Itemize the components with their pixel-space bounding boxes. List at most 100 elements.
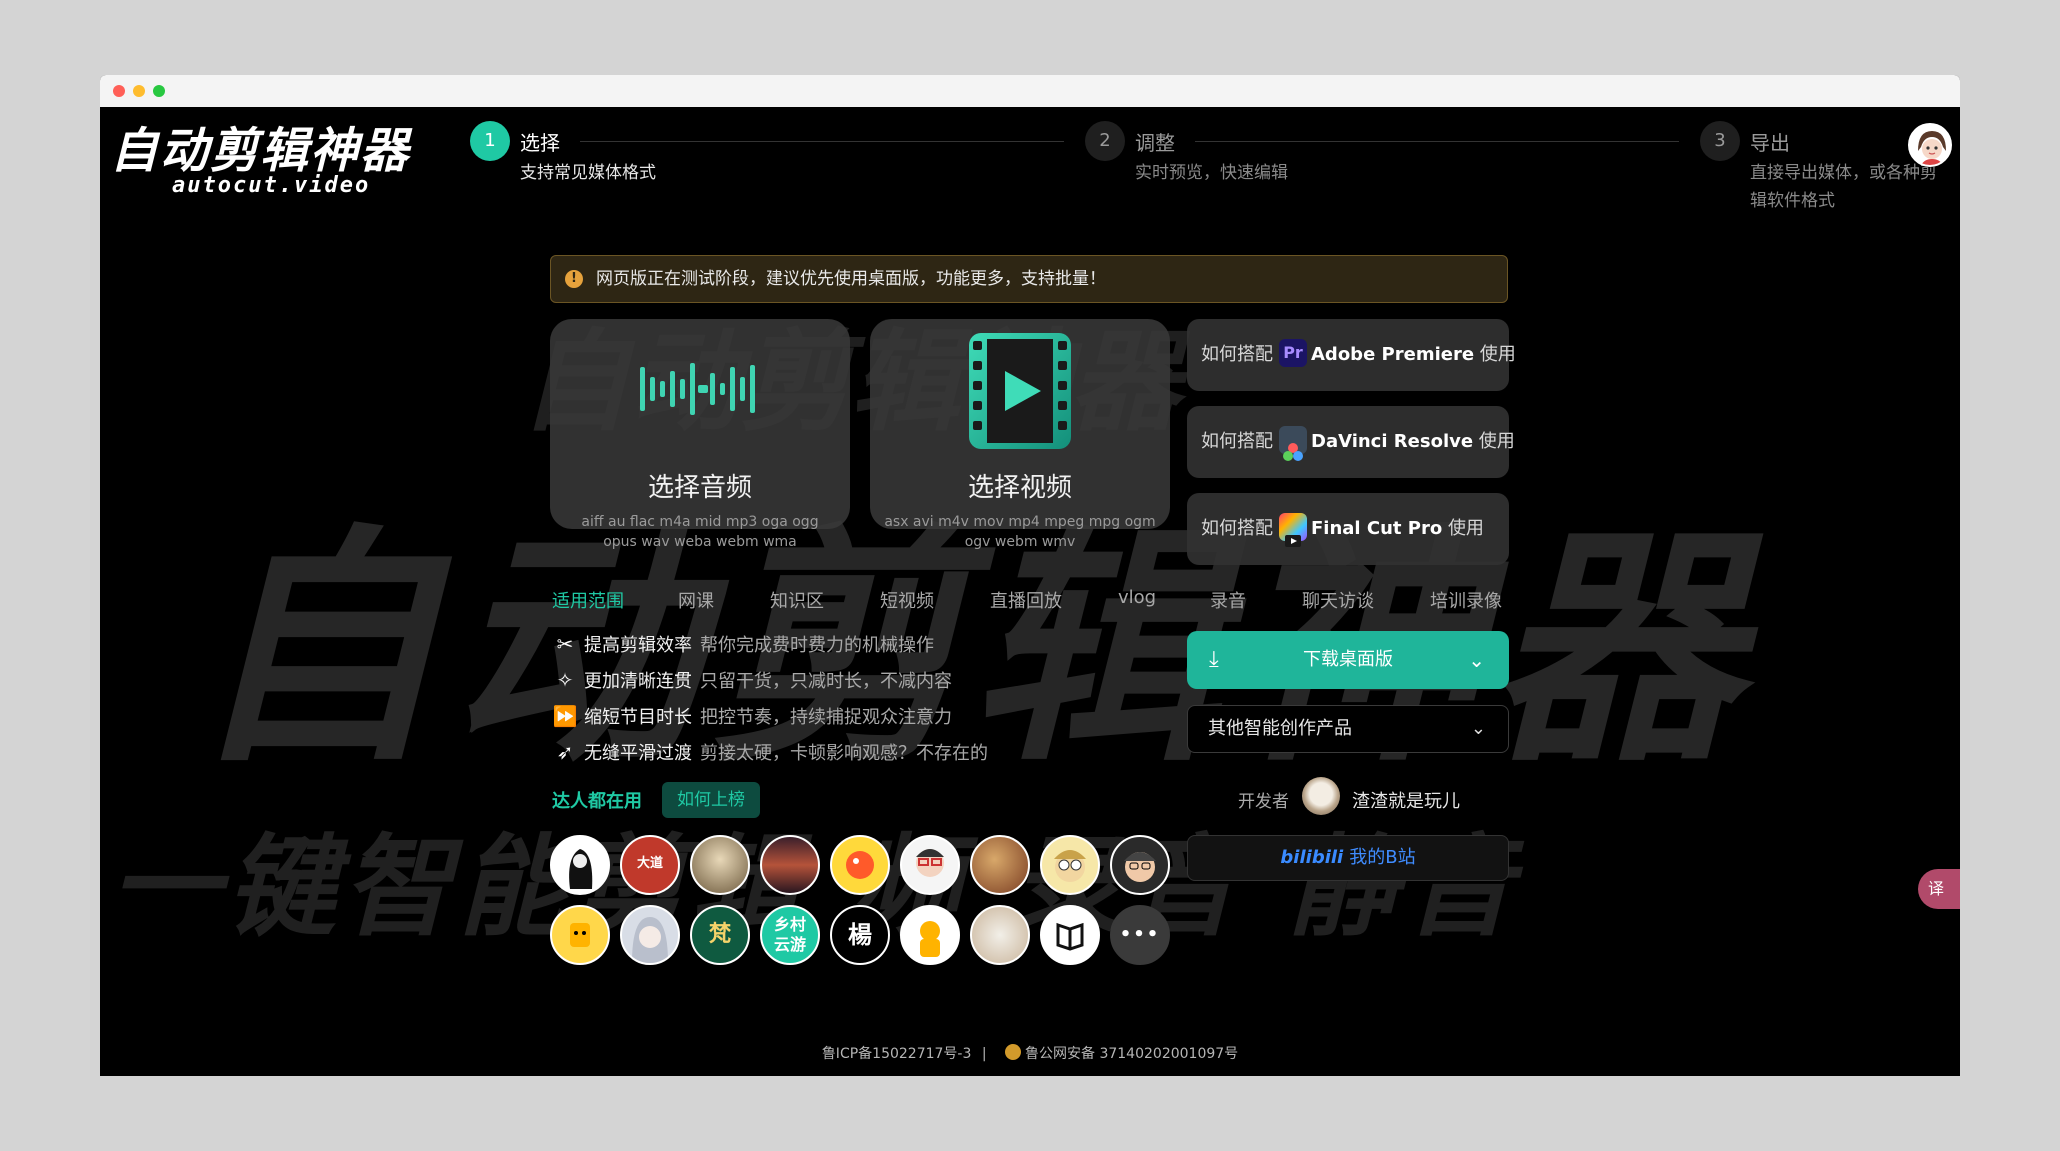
step-3-number: 3 xyxy=(1700,121,1740,161)
film-play-icon xyxy=(969,333,1071,449)
video-formats: asx avi m4v mov mp4 mpeg mpg ogm ogv web… xyxy=(884,514,1156,550)
final-cut-label: Final Cut Pro xyxy=(1311,518,1443,539)
featured-user-avatar[interactable] xyxy=(830,835,890,895)
step-divider xyxy=(580,141,1064,142)
page-content: 自动剪辑神器 自动剪辑神器 一键智能剪辑 频 录音 静音 自动剪辑神器 auto… xyxy=(100,107,1960,1076)
featured-user-avatar[interactable] xyxy=(970,835,1030,895)
featured-user-avatar[interactable] xyxy=(1040,905,1100,965)
scope-item: vlog xyxy=(1118,587,1157,608)
scope-item: 网课 xyxy=(678,591,714,612)
featured-user-avatar[interactable]: 乡村 云游 xyxy=(760,905,820,965)
feature-title: 无缝平滑过渡 xyxy=(584,743,692,764)
scope-item: 聊天访谈 xyxy=(1302,591,1374,612)
logo-title[interactable]: 自动剪辑神器 xyxy=(110,111,410,181)
chevron-down-icon: ⌄ xyxy=(1470,718,1486,739)
fast-forward-icon: ⏩ xyxy=(552,704,578,728)
featured-user-avatar[interactable]: 梵 xyxy=(690,905,750,965)
featured-user-avatar[interactable] xyxy=(620,905,680,965)
featured-user-avatar[interactable] xyxy=(900,835,960,895)
step-2-title: 调整 xyxy=(1135,131,1175,155)
step-2-number: 2 xyxy=(1085,121,1125,161)
davinci-label: DaVinci Resolve xyxy=(1311,431,1474,452)
user-avatar[interactable] xyxy=(1908,123,1952,167)
audio-formats: aiff au flac m4a mid mp3 oga ogg opus wa… xyxy=(581,514,819,550)
download-label: 下载桌面版 xyxy=(1303,649,1393,670)
premiere-label: Adobe Premiere xyxy=(1311,344,1475,365)
how-to-rank-button[interactable]: 如何上榜 xyxy=(662,782,760,818)
feature-clarity: ✧ 更加清晰连贯 只留干货，只减时长，不减内容 xyxy=(552,667,952,693)
featured-user-avatar[interactable] xyxy=(1110,835,1170,895)
beta-notice: ! 网页版正在测试阶段，建议优先使用桌面版，功能更多，支持批量！ xyxy=(550,255,1508,303)
feature-desc: 帮你完成费时费力的机械操作 xyxy=(700,635,934,656)
featured-user-avatar[interactable] xyxy=(1040,835,1100,895)
other-products-label: 其他智能创作产品 xyxy=(1208,718,1352,739)
warning-icon: ! xyxy=(565,270,583,288)
featured-user-avatar[interactable] xyxy=(690,835,750,895)
translate-icon[interactable]: 译 xyxy=(1918,869,1960,909)
featured-user-avatar[interactable]: 大道 xyxy=(620,835,680,895)
download-icon: ⤓ xyxy=(1209,647,1219,672)
minimize-window-button[interactable] xyxy=(133,85,145,97)
developer-name[interactable]: 渣渣就是玩儿 xyxy=(1352,787,1460,813)
sparkle-icon: ✧ xyxy=(556,668,574,692)
scope-item: 短视频 xyxy=(880,591,934,612)
scissors-icon: ✂ xyxy=(556,632,574,656)
featured-user-avatar[interactable] xyxy=(970,905,1030,965)
feature-desc: 剪接太硬，卡顿影响观感？不存在的 xyxy=(700,743,988,764)
browser-window: 自动剪辑神器 自动剪辑神器 一键智能剪辑 频 录音 静音 自动剪辑神器 auto… xyxy=(100,75,1960,1076)
feature-title: 缩短节目时长 xyxy=(584,707,692,728)
bilibili-button[interactable]: bilibili 我的B站 xyxy=(1187,835,1509,881)
maximize-window-button[interactable] xyxy=(153,85,165,97)
davinci-icon xyxy=(1279,426,1307,461)
more-users-button[interactable]: ••• xyxy=(1110,905,1170,965)
feature-desc: 把控节奏，持续捕捉观众注意力 xyxy=(700,707,952,728)
feature-efficiency: ✂ 提高剪辑效率 帮你完成费时费力的机械操作 xyxy=(552,631,934,657)
step-3-title: 导出 xyxy=(1750,131,1790,155)
rocket-icon: ➶ xyxy=(556,740,574,764)
close-window-button[interactable] xyxy=(113,85,125,97)
police-record-link[interactable]: 鲁公网安备 37140202001097号 xyxy=(1025,1046,1238,1062)
window-titlebar xyxy=(100,75,1960,107)
integration-suffix: 使用 xyxy=(1479,344,1516,365)
select-audio-title: 选择音频 xyxy=(647,473,752,503)
premiere-icon: Pr xyxy=(1279,339,1307,367)
select-video-card[interactable]: 选择视频 asx avi m4v mov mp4 mpeg mpg ogm og… xyxy=(870,319,1170,550)
feature-title: 更加清晰连贯 xyxy=(584,671,692,692)
integration-prefix: 如何搭配 xyxy=(1201,431,1273,452)
featured-user-avatar[interactable] xyxy=(550,835,610,895)
icp-link[interactable]: 鲁ICP备15022717号-3 xyxy=(822,1046,972,1062)
scope-item: 录音 xyxy=(1210,591,1246,612)
featured-user-avatar[interactable] xyxy=(900,905,960,965)
integration-prefix: 如何搭配 xyxy=(1201,344,1273,365)
beta-notice-text: 网页版正在测试阶段，建议优先使用桌面版，功能更多，支持批量！ xyxy=(596,269,1106,289)
integration-suffix: 使用 xyxy=(1478,431,1515,452)
footer-separator: | xyxy=(981,1046,987,1062)
featured-user-avatar[interactable] xyxy=(760,835,820,895)
feature-shorten: ⏩ 缩短节目时长 把控节奏，持续捕捉观众注意力 xyxy=(552,703,952,729)
developer-avatar[interactable] xyxy=(1302,777,1340,815)
chevron-down-icon[interactable]: ⌄ xyxy=(1468,631,1485,689)
premiere-guide-link[interactable]: 如何搭配 Pr Adobe Premiere 使用 xyxy=(1187,319,1516,391)
step-3-desc-line2: 辑软件格式 xyxy=(1750,191,1835,211)
bilibili-label: 我的B站 xyxy=(1349,847,1416,868)
download-desktop-button[interactable]: ⤓ 下载桌面版 ⌄ xyxy=(1187,631,1509,689)
final-cut-icon xyxy=(1279,513,1307,547)
footer: 鲁ICP备15022717号-3 | 鲁公网安备 37140202001097号 xyxy=(100,1043,1960,1063)
step-1-number: 1 xyxy=(470,121,510,161)
feature-title: 提高剪辑效率 xyxy=(584,635,692,656)
featured-user-avatar[interactable] xyxy=(550,905,610,965)
featured-user-avatar[interactable]: 楊 xyxy=(830,905,890,965)
step-1-title: 选择 xyxy=(520,131,560,155)
step-1-desc: 支持常见媒体格式 xyxy=(520,163,656,183)
scope-item: 直播回放 xyxy=(990,591,1062,612)
police-badge-icon xyxy=(1005,1044,1022,1060)
step-3-desc-line1: 直接导出媒体，或各种剪 xyxy=(1750,163,1937,183)
logo-subtitle: autocut.video xyxy=(172,173,371,198)
davinci-guide-link[interactable]: 如何搭配 DaVinci Resolve 使用 xyxy=(1187,406,1515,478)
step-2-desc: 实时预览，快速编辑 xyxy=(1135,163,1288,183)
final-cut-guide-link[interactable]: 如何搭配 Final Cut Pro 使用 xyxy=(1187,493,1509,565)
select-audio-card[interactable]: 选择音频 aiff au flac m4a mid mp3 oga ogg op… xyxy=(550,319,850,550)
feature-desc: 只留干货，只减时长，不减内容 xyxy=(700,671,952,692)
step-divider xyxy=(1195,141,1679,142)
other-products-dropdown[interactable]: 其他智能创作产品 ⌄ xyxy=(1187,705,1509,753)
